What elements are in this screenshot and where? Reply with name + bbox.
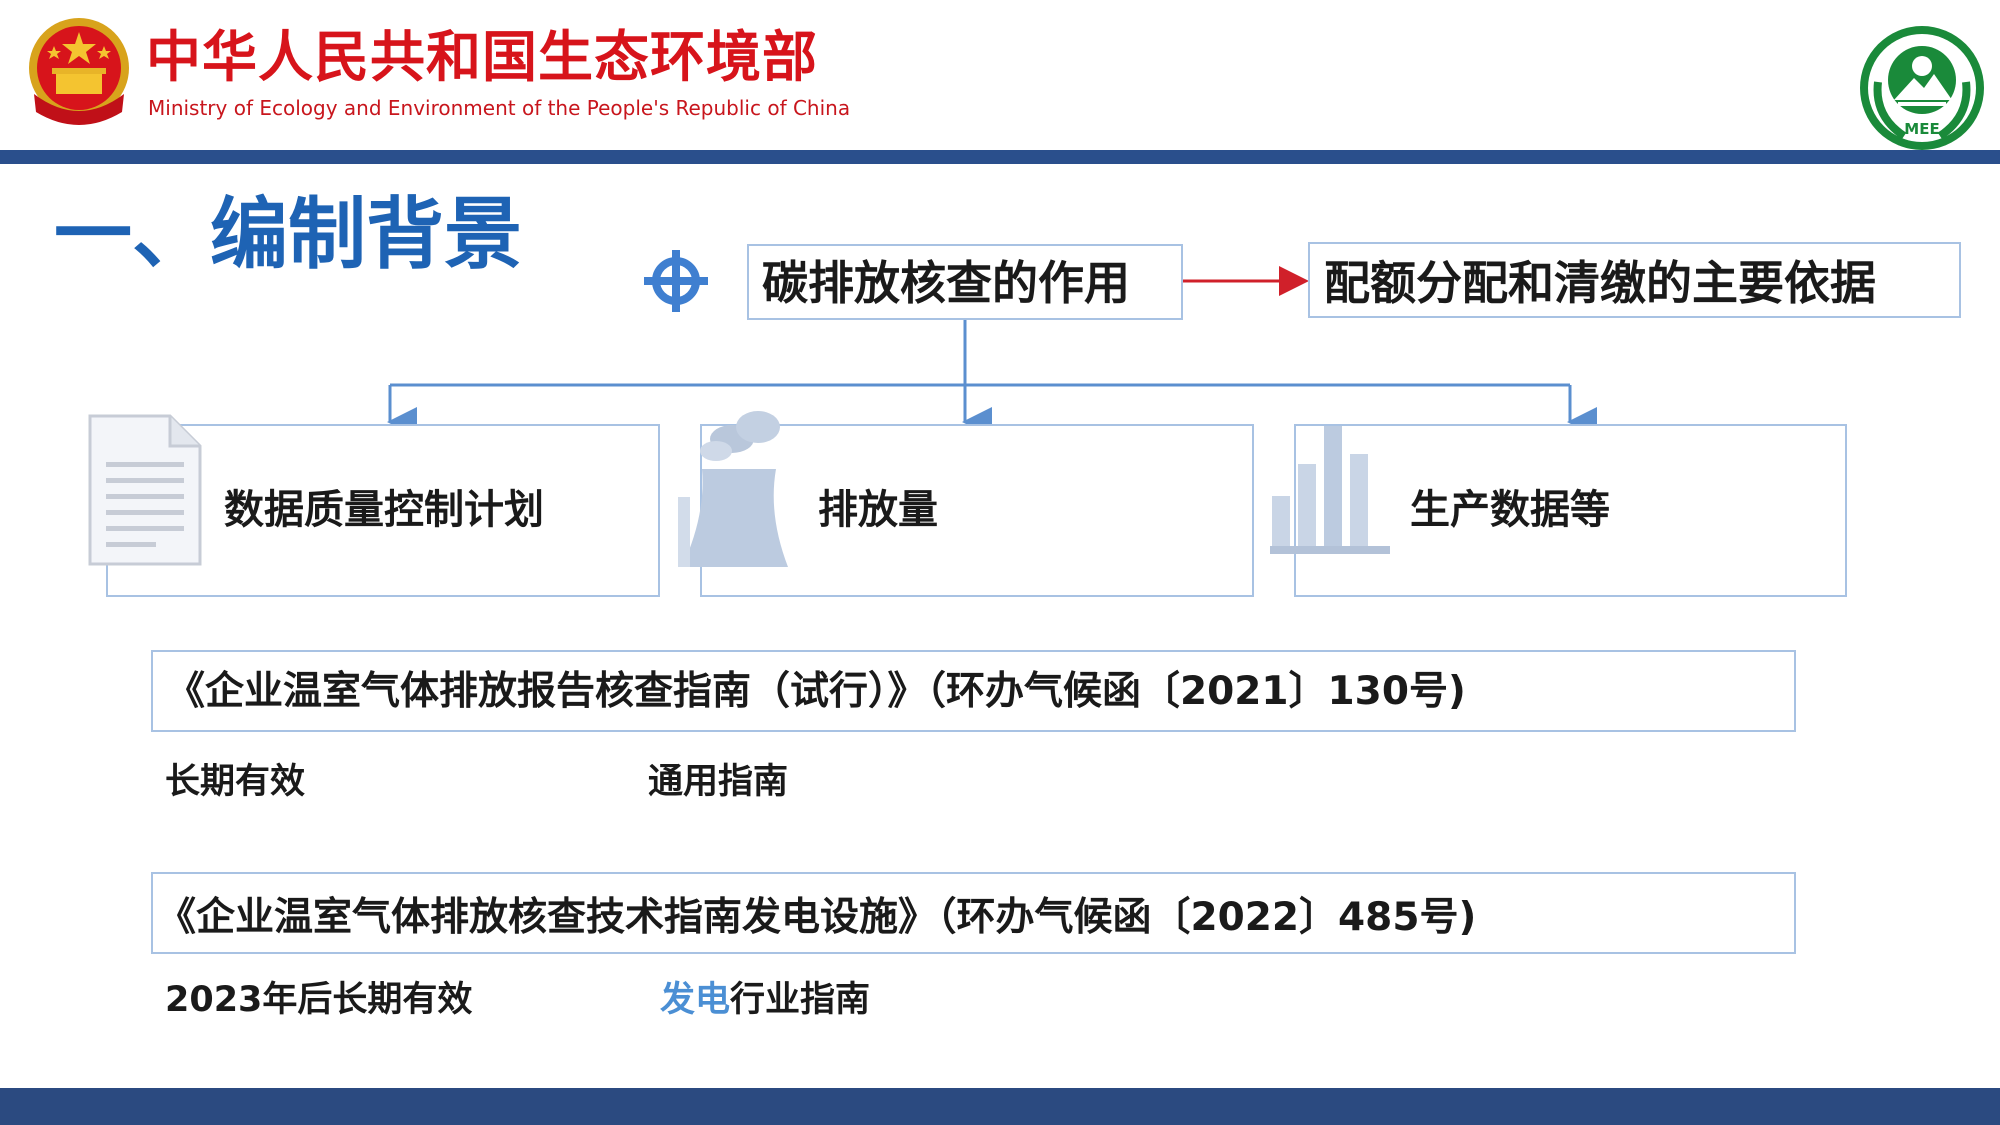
- power-plant-icon: [678, 411, 788, 567]
- basis-label: 配额分配和清缴的主要依据: [1324, 256, 1876, 310]
- guide-title-2: 《企业温室气体排放核查技术指南发电设施》（环办气候函〔2022〕485号): [157, 895, 1477, 940]
- guide-title-1: 《企业温室气体排放报告核查指南（试行）》（环办气候函〔2021〕130号): [166, 669, 1466, 714]
- guide-2-scope-accent: 发电: [660, 980, 731, 1020]
- footer-bar: [0, 1088, 2000, 1125]
- document-icon: [88, 414, 202, 566]
- item-label-data-quality: 数据质量控制计划: [224, 487, 544, 533]
- guide-2-validity: 2023年后长期有效: [165, 980, 473, 1020]
- item-label-emissions: 排放量: [818, 487, 938, 533]
- guide-2-scope: 发电行业指南: [660, 983, 870, 1018]
- role-label: 碳排放核查的作用: [762, 256, 1130, 310]
- guide-2-scope-rest: 行业指南: [730, 980, 871, 1020]
- item-label-production-data: 生产数据等: [1410, 487, 1610, 533]
- bar-chart-icon: [1270, 426, 1390, 554]
- guide-1-validity: 长期有效: [165, 762, 306, 802]
- guide-1-scope: 通用指南: [648, 762, 789, 802]
